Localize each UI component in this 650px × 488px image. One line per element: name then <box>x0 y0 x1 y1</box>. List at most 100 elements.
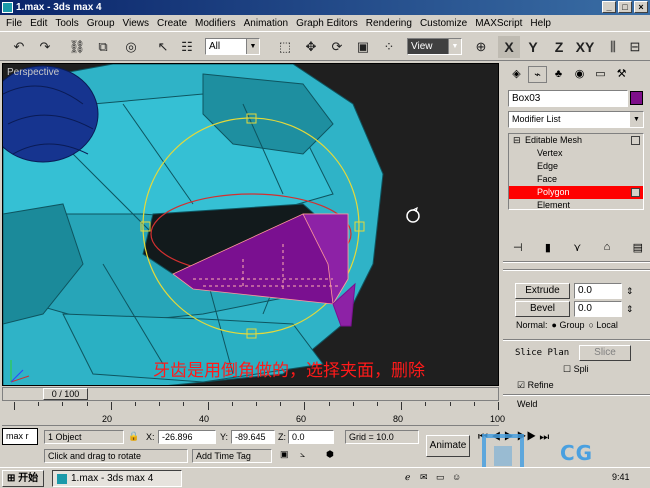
remove-modifier-icon[interactable]: ⌂ <box>604 241 611 254</box>
bevel-button[interactable]: Bevel <box>515 301 570 317</box>
percent-snap-icon[interactable]: ⬢ <box>326 449 334 460</box>
ruler-tick <box>256 402 257 406</box>
viewport-label[interactable]: Perspective <box>7 67 59 78</box>
axis-z-button[interactable]: Z <box>548 36 570 58</box>
object-name-field[interactable]: Box03 <box>508 90 628 107</box>
create-tab-icon[interactable]: ◈ <box>507 66 526 83</box>
select-arrow-icon[interactable]: ↖ <box>152 36 174 58</box>
slice-plane-button[interactable]: Slice Plan <box>515 348 575 358</box>
undo-icon[interactable]: ↶ <box>8 36 30 58</box>
maximize-icon[interactable]: □ <box>618 1 632 13</box>
slice-button[interactable]: Slice <box>579 345 631 361</box>
redo-icon[interactable]: ↷ <box>34 36 56 58</box>
normal-group-radio[interactable]: ● Group <box>552 320 585 330</box>
divider <box>503 339 650 341</box>
spinner-arrows-icon[interactable]: ⇕ <box>626 286 634 297</box>
pivot-center-icon[interactable]: ⊕ <box>470 36 492 58</box>
angle-snap-icon[interactable]: ⦣ <box>300 449 305 460</box>
refine-checkbox[interactable]: ☑ Refine <box>517 380 554 391</box>
minimize-icon[interactable]: _ <box>602 1 616 13</box>
display-tab-icon[interactable]: ▭ <box>591 66 610 83</box>
select-by-name-icon[interactable]: ☷ <box>176 36 198 58</box>
axis-y-button[interactable]: Y <box>522 36 544 58</box>
menu-help[interactable]: Help <box>526 18 555 29</box>
stack-item-edge[interactable]: Edge <box>509 160 643 173</box>
rotate-icon[interactable]: ⟳ <box>326 36 348 58</box>
stack-item-face[interactable]: Face <box>509 173 643 186</box>
y-label: Y: <box>220 432 229 442</box>
ruler-tick <box>304 402 306 410</box>
time-slider-thumb[interactable]: 0 / 100 <box>43 388 88 400</box>
split-checkbox[interactable]: ☐ Spli <box>563 364 589 375</box>
select-region-icon[interactable]: ⬚ <box>274 36 296 58</box>
menu-views[interactable]: Views <box>119 18 154 29</box>
y-coordinate-field[interactable]: -89.645 <box>231 430 275 444</box>
menu-group[interactable]: Group <box>83 18 119 29</box>
start-button[interactable]: ⊞ 开始 <box>2 470 44 487</box>
bevel-spinner[interactable]: 0.0 <box>574 301 622 317</box>
menu-bar: File Edit Tools Group Views Create Modifiers An… <box>0 15 650 31</box>
axis-xy-button[interactable]: XY <box>574 36 596 58</box>
make-unique-icon[interactable]: ⋎ <box>573 241 581 254</box>
hierarchy-tab-icon[interactable]: ♣ <box>549 66 568 83</box>
stack-item-polygon[interactable]: Polygon <box>509 186 643 199</box>
selection-filter-dropdown[interactable]: All ▼ <box>205 38 260 55</box>
normal-local-radio[interactable]: ○ Local <box>588 320 617 330</box>
stack-toggle-icon[interactable] <box>631 188 640 197</box>
configure-sets-icon[interactable]: ▤ <box>633 241 643 254</box>
show-end-result-icon[interactable]: ▮ <box>545 241 551 254</box>
collapse-icon[interactable]: ⊟ <box>513 134 521 147</box>
mirror-icon[interactable]: ⫼ <box>602 36 624 58</box>
object-color-swatch[interactable] <box>630 91 643 105</box>
menu-customize[interactable]: Customize <box>416 18 471 29</box>
timeline-ruler[interactable]: 20 40 60 80 100 <box>2 402 505 426</box>
close-icon[interactable]: × <box>634 1 648 13</box>
spinner-arrows-icon[interactable]: ⇕ <box>626 304 634 315</box>
extrude-spinner[interactable]: 0.0 <box>574 283 622 299</box>
scale-icon[interactable]: ▣ <box>352 36 374 58</box>
add-time-tag-button[interactable]: Add Time Tag <box>192 449 272 463</box>
motion-tab-icon[interactable]: ◉ <box>570 66 589 83</box>
email-icon[interactable]: ✉ <box>420 472 428 483</box>
stack-toggle-icon[interactable] <box>631 136 640 145</box>
desktop-icon[interactable]: ▭ <box>436 472 445 483</box>
stack-item-editable-mesh[interactable]: ⊟ Editable Mesh <box>509 134 643 147</box>
taskbar-item-3dsmax[interactable]: 1.max - 3ds max 4 <box>52 470 182 487</box>
extrude-button[interactable]: Extrude <box>515 283 570 299</box>
menu-file[interactable]: File <box>2 18 26 29</box>
menu-graph-editors[interactable]: Graph Editors <box>292 18 362 29</box>
menu-tools[interactable]: Tools <box>51 18 82 29</box>
normal-label: Normal: <box>516 320 548 330</box>
link-icon[interactable]: ⛓ <box>66 36 88 58</box>
modifier-list-dropdown[interactable]: Modifier List ▼ <box>508 111 644 128</box>
z-coordinate-field[interactable]: 0.0 <box>288 430 334 444</box>
axis-x-button[interactable]: X <box>498 36 520 58</box>
pin-stack-icon[interactable]: ⊣ <box>513 241 523 254</box>
x-coordinate-field[interactable]: -26.896 <box>158 430 216 444</box>
perspective-viewport[interactable]: Perspective 牙齿是用倒角做的，选择夹面，删除 <box>2 63 499 386</box>
menu-create[interactable]: Create <box>153 18 191 29</box>
align-icon[interactable]: ⊟ <box>624 36 646 58</box>
unlink-icon[interactable]: ⧉ <box>92 36 114 58</box>
ie-icon[interactable]: ℯ <box>405 472 410 483</box>
precision-icon[interactable]: ⁘ <box>378 36 400 58</box>
animate-button[interactable]: Animate <box>426 435 470 457</box>
modify-tab-icon[interactable]: ⌁ <box>528 66 547 83</box>
stack-item-vertex[interactable]: Vertex <box>509 147 643 160</box>
time-slider[interactable]: 0 / 100 <box>2 387 499 401</box>
menu-animation[interactable]: Animation <box>240 18 292 29</box>
lock-selection-icon[interactable]: 🔒 <box>128 431 139 442</box>
bind-space-warp-icon[interactable]: ◎ <box>120 36 142 58</box>
menu-edit[interactable]: Edit <box>26 18 51 29</box>
move-icon[interactable]: ✥ <box>300 36 322 58</box>
reference-coord-dropdown[interactable]: View ▼ <box>407 38 462 55</box>
ruler-tick <box>425 402 427 406</box>
window-title: 1.max - 3ds max 4 <box>16 2 102 13</box>
stack-item-element[interactable]: Element <box>509 199 643 212</box>
menu-rendering[interactable]: Rendering <box>362 18 416 29</box>
snap-toggle-icon[interactable]: ▣ <box>280 449 289 460</box>
utilities-tab-icon[interactable]: ⚒ <box>612 66 631 83</box>
chat-icon[interactable]: ☺ <box>452 472 461 482</box>
menu-modifiers[interactable]: Modifiers <box>191 18 240 29</box>
menu-maxscript[interactable]: MAXScript <box>471 18 526 29</box>
